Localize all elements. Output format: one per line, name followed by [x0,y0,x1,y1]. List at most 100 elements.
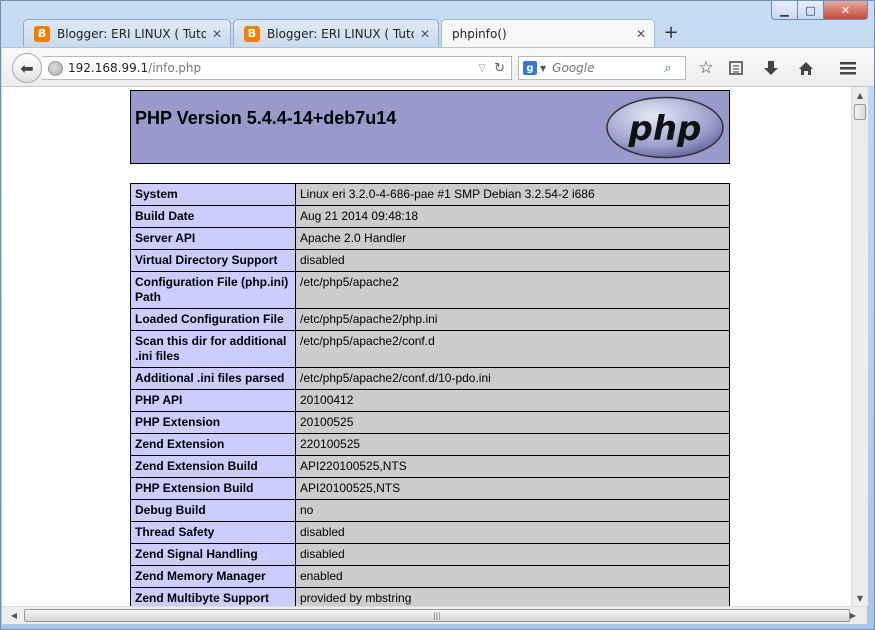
back-button[interactable]: ⬅ [12,53,42,83]
row-value: 20100525 [295,411,730,434]
phpinfo-header: PHP Version 5.4.4-14+deb7u14 php [130,90,730,164]
table-row: Server API Apache 2.0 Handler [130,227,730,250]
back-arrow-icon: ⬅ [20,58,34,78]
row-value: /etc/php5/apache2 [295,271,730,309]
row-value: enabled [295,565,730,588]
row-value: /etc/php5/apache2/conf.d [295,330,730,368]
svg-text:php: php [628,109,702,149]
table-row: Scan this dir for additional .ini files /… [130,330,730,368]
url-path: /info.php [148,61,202,75]
row-key: Virtual Directory Support [130,249,296,272]
tab-label: Blogger: ERI LINUX ( Tutori... [57,26,206,41]
row-key: Loaded Configuration File [130,308,296,331]
download-icon[interactable] [758,56,784,80]
row-key: System [130,183,296,206]
tab-label: phpinfo() [452,26,507,41]
tab-strip: B Blogger: ERI LINUX ( Tutori... ✕ B Blo… [23,19,657,47]
maximize-button[interactable]: □ [798,1,824,20]
minimize-button[interactable]: ▁ [771,1,798,20]
url-dropdown-icon[interactable]: ▽ [478,63,486,74]
row-value: /etc/php5/apache2/php.ini [295,308,730,331]
tab-blogger-1[interactable]: B Blogger: ERI LINUX ( Tutori... ✕ [23,19,231,47]
tab-phpinfo[interactable]: phpinfo() ✕ [441,19,655,47]
row-value: API20100525,NTS [295,477,730,500]
table-row: Loaded Configuration File/etc/php5/apach… [130,308,730,331]
table-row: PHP API 20100412 [130,389,730,412]
tab-label: Blogger: ERI LINUX ( Tutori... [267,26,414,41]
php-logo-icon: php [606,96,724,159]
horizontal-scroll-thumb[interactable]: ||| [24,609,850,622]
search-box[interactable]: g ▼ ⌕ [518,56,686,80]
table-row: Configuration File (php.ini) Path/etc/ph… [130,271,730,309]
scroll-up-icon[interactable]: ▲ [852,87,868,103]
url-host: 192.168.99.1 [68,61,149,75]
window-controls: ▁ □ ✕ [771,1,868,20]
search-icon[interactable]: ⌕ [664,61,671,76]
row-value: 20100412 [295,389,730,412]
row-key: PHP Extension [130,411,296,434]
search-input[interactable] [552,61,661,75]
row-key: Zend Extension Build [130,455,296,478]
scroll-left-icon[interactable]: ◀ [6,607,22,624]
table-row: System Linux eri 3.2.0-4-686-pae #1 SMP D… [130,183,730,206]
table-row: Zend Extension Build API220100525,NTS [130,455,730,478]
table-row: Additional .ini files parsed/etc/php5/ap… [130,367,730,390]
table-row: PHP Extension Build API20100525,NTS [130,477,730,500]
blogger-icon: B [34,25,50,42]
google-search-engine-icon[interactable]: g [523,61,537,75]
table-row: Virtual Directory Support disabled [130,249,730,272]
row-value: disabled [295,249,730,272]
address-bar[interactable]: 192.168.99.1/info.php ▽ ↻ [42,56,512,80]
row-key: Additional .ini files parsed [130,367,296,390]
row-value: provided by mbstring [295,587,730,606]
row-value: Linux eri 3.2.0-4-686-pae #1 SMP Debian … [295,183,730,206]
row-key: PHP Extension Build [130,477,296,500]
row-value: 220100525 [295,433,730,456]
info-table: System Linux eri 3.2.0-4-686-pae #1 SMP D… [130,183,730,606]
table-row: Zend Signal Handling disabled [130,543,730,566]
browser-window: ▁ □ ✕ B Blogger: ERI LINUX ( Tutori... ✕… [0,0,875,630]
engine-dropdown-icon[interactable]: ▼ [540,64,546,73]
row-value: /etc/php5/apache2/conf.d/10-pdo.ini [295,367,730,390]
row-value: disabled [295,521,730,544]
table-row: Build Date Aug 21 2014 09:48:18 [130,205,730,228]
row-key: Configuration File (php.ini) Path [130,271,296,309]
row-key: Zend Multibyte Support [130,587,296,606]
bookmark-star-icon[interactable]: ☆ [693,56,719,80]
table-row: Thread Safety disabled [130,521,730,544]
page-content: PHP Version 5.4.4-14+deb7u14 php System L… [2,87,851,606]
tab-blogger-2[interactable]: B Blogger: ERI LINUX ( Tutori... ✕ [233,19,439,47]
row-key: Zend Extension [130,433,296,456]
hamburger-menu-icon[interactable] [835,56,861,80]
scroll-right-icon[interactable]: ▶ [845,607,861,624]
blogger-icon: B [244,25,260,42]
row-value: Apache 2.0 Handler [295,227,730,250]
row-key: PHP API [130,389,296,412]
row-key: Scan this dir for additional .ini files [130,330,296,368]
vertical-scroll-thumb[interactable] [854,104,866,120]
reload-icon[interactable]: ↻ [494,61,505,76]
home-icon[interactable] [793,56,819,80]
row-key: Debug Build [130,499,296,522]
new-tab-button[interactable]: + [661,21,681,43]
scroll-down-icon[interactable]: ▼ [852,590,868,606]
row-key: Zend Signal Handling [130,543,296,566]
close-tab-icon[interactable]: ✕ [636,27,646,41]
table-row: Zend Multibyte Support provided by mbstri… [130,587,730,606]
bookmarks-menu-icon[interactable] [723,56,749,80]
row-key: Build Date [130,205,296,228]
row-key: Server API [130,227,296,250]
table-row: PHP Extension 20100525 [130,411,730,434]
close-window-button[interactable]: ✕ [824,1,868,20]
phpinfo-center: PHP Version 5.4.4-14+deb7u14 php System L… [130,90,730,606]
globe-icon [48,60,63,76]
vertical-scrollbar[interactable]: ▲ ▼ [851,87,868,606]
row-value: API220100525,NTS [295,455,730,478]
close-tab-icon[interactable]: ✕ [212,27,222,41]
horizontal-scrollbar[interactable]: ◀ ||| ▶ [2,606,867,624]
table-row: Zend Extension 220100525 [130,433,730,456]
table-row: Zend Memory Manager enabled [130,565,730,588]
close-tab-icon[interactable]: ✕ [420,27,430,41]
row-value: disabled [295,543,730,566]
page-title: PHP Version 5.4.4-14+deb7u14 [135,108,397,128]
